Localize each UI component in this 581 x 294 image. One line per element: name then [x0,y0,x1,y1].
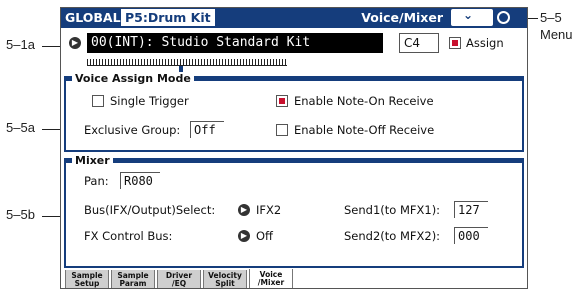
page-menu-button[interactable]: ⌄ [451,8,493,26]
tab-velocity-split[interactable]: Velocity Split [203,270,247,288]
page-title: Voice/Mixer [361,10,443,25]
mixer-section: Mixer Pan: R080 Bus(IFX/Output)Select: ▶… [64,154,524,268]
tab-sample-setup[interactable]: Sample Setup [65,270,109,288]
send2-field[interactable]: 000 [454,227,488,244]
menu-knob-icon [497,11,510,24]
bus-select-value[interactable]: IFX2 [256,203,281,217]
callout-5-5b: 5–5b [6,207,35,222]
lcd-screen: GLOBAL P5:Drum Kit Voice/Mixer ⌄ ▶ 00(IN… [60,7,528,289]
enable-note-off-checkbox[interactable] [276,124,288,136]
send2-label: Send2(to MFX2): [344,229,441,243]
single-trigger-checkbox[interactable] [92,95,104,107]
assign-checkbox[interactable] [449,37,461,49]
enable-note-on-label: Enable Note-On Receive [294,94,434,108]
tab-driver-eq[interactable]: Driver/EQ [157,270,201,288]
kit-select-row: ▶ 00(INT): Studio Standard Kit C4 Assign [61,28,527,76]
callout-5-5: 5–5 [540,10,562,25]
kit-name-field[interactable]: 00(INT): Studio Standard Kit [87,33,383,53]
exclusive-group-label: Exclusive Group: [84,123,181,137]
arrow-right-icon[interactable]: ▶ [69,37,81,49]
callout-5-1a: 5–1a [6,37,35,52]
single-trigger-label: Single Trigger [110,94,189,108]
enable-note-off-label: Enable Note-Off Receive [294,123,435,137]
send1-field[interactable]: 127 [454,201,488,218]
arrow-right-icon[interactable]: ▶ [238,204,250,216]
keyboard-graphic [87,59,287,66]
fx-control-bus-label: FX Control Bus: [84,229,173,243]
mode-label: GLOBAL [65,10,121,25]
bus-select-label: Bus(IFX/Output)Select: [84,203,216,217]
title-bar: GLOBAL P5:Drum Kit Voice/Mixer ⌄ [61,8,527,28]
tab-voice-mixer[interactable]: Voice/Mixer [249,269,293,288]
note-field[interactable]: C4 [399,33,439,53]
assign-label: Assign [466,36,504,50]
program-label: P5:Drum Kit [121,9,215,26]
exclusive-group-field[interactable]: Off [190,121,224,138]
chevron-down-icon: ⌄ [463,8,474,22]
fx-control-bus-value[interactable]: Off [256,229,273,243]
arrow-right-icon[interactable]: ▶ [238,230,250,242]
pan-field[interactable]: R080 [120,172,160,189]
enable-note-on-checkbox[interactable] [276,95,288,107]
tab-sample-param[interactable]: Sample Param [111,270,155,288]
section-title: Voice Assign Mode [72,72,194,85]
section-title: Mixer [72,154,113,167]
callout-5-5a: 5–5a [6,120,35,135]
pan-label: Pan: [84,174,109,188]
send1-label: Send1(to MFX1): [344,203,441,217]
voice-assign-section: Voice Assign Mode Single Trigger Enable … [64,72,524,152]
callout-menu: Menu [540,27,573,42]
